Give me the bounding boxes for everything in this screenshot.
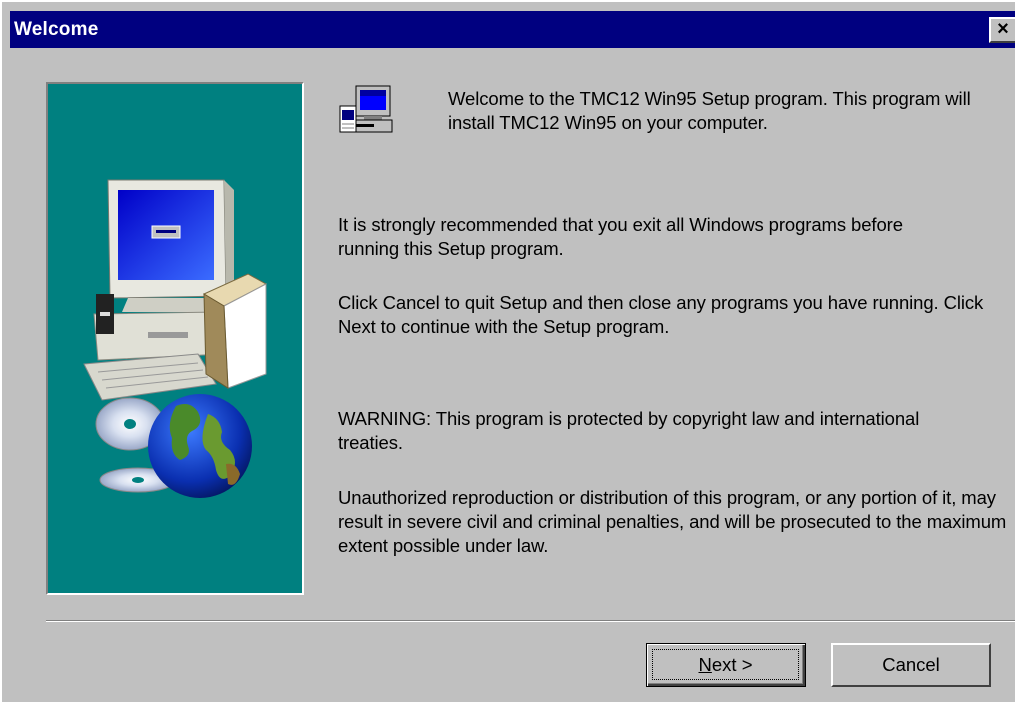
title-bar[interactable]: Welcome ×	[10, 11, 1015, 48]
cancel-instructions-text: Click Cancel to quit Setup and then clos…	[338, 292, 984, 337]
side-panel-image	[46, 82, 304, 595]
next-label: ext >	[711, 654, 753, 675]
separator-line	[46, 620, 1015, 622]
copyright-warning-text: WARNING: This program is protected by co…	[338, 408, 920, 453]
unauthorized-use-text: Unauthorized reproduction or distributio…	[338, 487, 1007, 556]
cancel-label: Cancel	[882, 654, 940, 675]
focus-rectangle: Next >	[652, 649, 799, 680]
setup-window: Welcome × Welcome to the TMC12 Win95 Set…	[0, 0, 1015, 702]
close-button[interactable]: ×	[989, 17, 1015, 43]
computer-globe-illustration	[83, 179, 268, 498]
recommend-text: It is strongly recommended that you exit…	[338, 214, 903, 259]
next-button[interactable]: Next >	[646, 643, 806, 687]
next-mnemonic: N	[698, 654, 712, 675]
welcome-text: Welcome to the TMC12 Win95 Setup program…	[448, 88, 971, 133]
window-title: Welcome	[14, 19, 99, 40]
setup-computer-icon	[339, 85, 393, 133]
cancel-button[interactable]: Cancel	[831, 643, 991, 687]
close-icon: ×	[997, 18, 1009, 40]
